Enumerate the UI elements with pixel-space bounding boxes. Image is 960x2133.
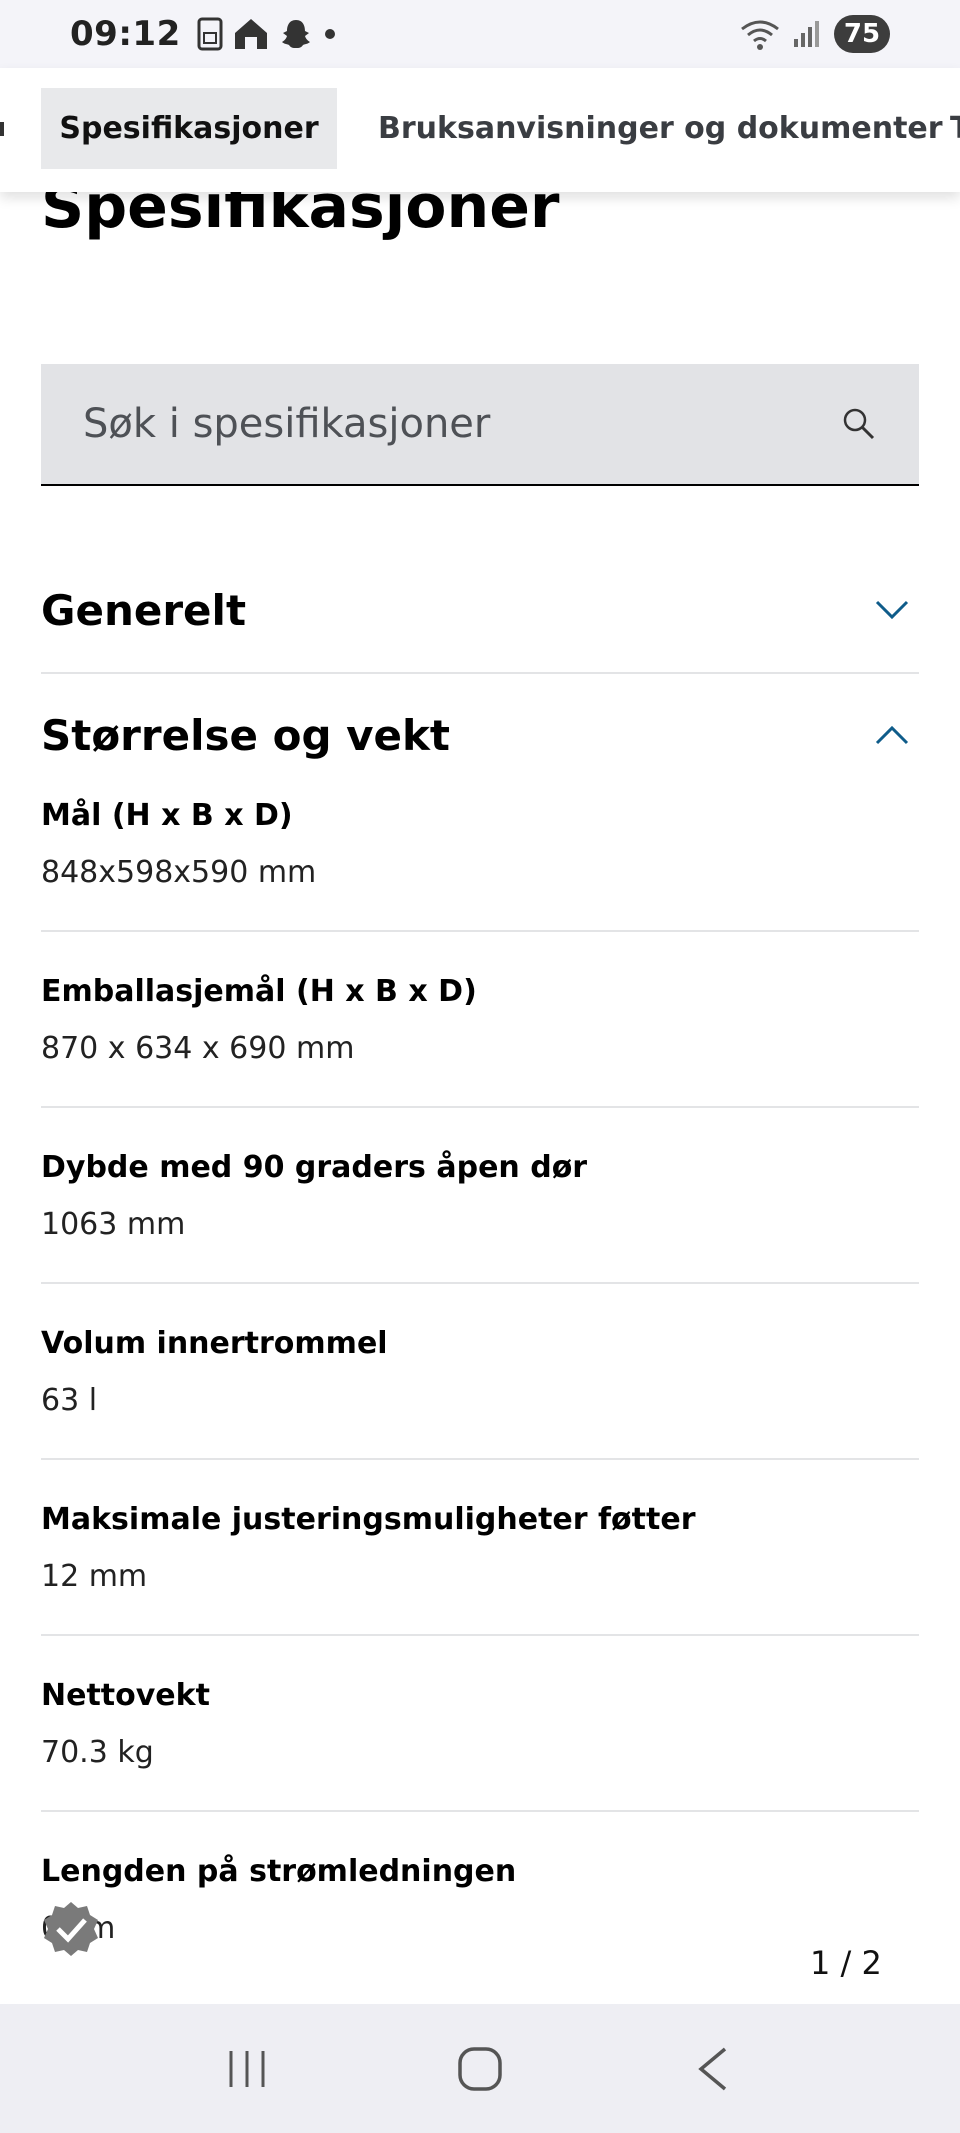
spec-value: 870 x 634 x 690 mm — [41, 1031, 355, 1066]
back-chevron-icon — [698, 2047, 727, 2090]
tab-bar[interactable]: Spesifikasjoner Bruksanvisninger og doku… — [0, 68, 960, 192]
search-field[interactable] — [41, 364, 919, 486]
search-icon[interactable] — [841, 406, 877, 442]
spec-value: 12 mm — [41, 1559, 148, 1594]
tab-overflow-left-marker — [0, 122, 4, 136]
spec-name: Maksimale justeringsmuligheter føtter — [41, 1502, 696, 1537]
tab-overflow-right[interactable]: T — [950, 88, 960, 169]
section-general-label: Generelt — [41, 585, 247, 635]
home-circle-icon — [458, 2046, 502, 2091]
search-input[interactable] — [83, 401, 841, 447]
signal-icon — [794, 21, 819, 47]
divider — [41, 930, 919, 932]
spec-row: Emballasjemål (H x B x D) 870 x 634 x 69… — [41, 974, 919, 1066]
home-button[interactable] — [450, 2039, 510, 2099]
dot-icon — [324, 29, 335, 39]
spec-name: Dybde med 90 graders åpen dør — [41, 1150, 588, 1185]
divider — [41, 1282, 919, 1284]
divider — [41, 1810, 919, 1812]
chevron-down-icon[interactable] — [875, 598, 909, 622]
spec-row: Volum innertrommel 63 l — [41, 1326, 919, 1418]
spec-name: Volum innertrommel — [41, 1326, 388, 1361]
spec-name: Lengden på strømledningen — [41, 1854, 517, 1889]
back-button[interactable] — [683, 2039, 743, 2099]
status-bar: 09:12 75 — [0, 0, 960, 68]
verified-seal-icon[interactable] — [42, 1900, 100, 1958]
spec-value: 0 cm — [41, 1911, 919, 1946]
spec-name: Mål (H x B x D) — [41, 798, 293, 833]
spec-row: Lengden på strømledningen 0 cm — [41, 1854, 919, 1946]
spec-value: 848x598x590 mm — [41, 855, 317, 890]
tab-bruksanvisninger[interactable]: Bruksanvisninger og dokumenter — [378, 88, 943, 169]
sim-card-icon — [197, 17, 223, 51]
snapchat-icon — [281, 20, 310, 48]
system-nav-bar — [0, 2004, 960, 2133]
spec-value: 1063 mm — [41, 1207, 186, 1242]
recent-apps-icon — [229, 2050, 265, 2087]
spec-value: 63 l — [41, 1383, 98, 1418]
notification-icons — [197, 17, 337, 51]
section-size-weight-label: Størrelse og vekt — [41, 710, 451, 760]
divider — [41, 1458, 919, 1460]
divider — [41, 672, 919, 674]
divider — [41, 1106, 919, 1108]
divider — [41, 1634, 919, 1636]
home-icon — [234, 19, 267, 49]
pagination-indicator: 1 / 2 — [810, 1944, 882, 1982]
section-size-weight-header[interactable]: Størrelse og vekt — [41, 705, 919, 765]
wifi-icon — [741, 20, 779, 50]
tab-spesifikasjoner[interactable]: Spesifikasjoner — [41, 88, 337, 169]
chevron-up-icon[interactable] — [875, 723, 909, 747]
status-time: 09:12 — [70, 14, 181, 54]
section-general-header[interactable]: Generelt — [41, 580, 919, 640]
spec-row: Dybde med 90 graders åpen dør 1063 mm — [41, 1150, 919, 1242]
spec-row: Maksimale justeringsmuligheter føtter 12… — [41, 1502, 919, 1594]
spec-name: Emballasjemål (H x B x D) — [41, 974, 477, 1009]
spec-row: Mål (H x B x D) 848x598x590 mm — [41, 798, 919, 890]
spec-name: Nettovekt — [41, 1678, 210, 1713]
spec-value: 70.3 kg — [41, 1735, 154, 1770]
spec-row: Nettovekt 70.3 kg — [41, 1678, 919, 1770]
recent-apps-button[interactable] — [217, 2039, 277, 2099]
battery-indicator: 75 — [834, 15, 890, 53]
